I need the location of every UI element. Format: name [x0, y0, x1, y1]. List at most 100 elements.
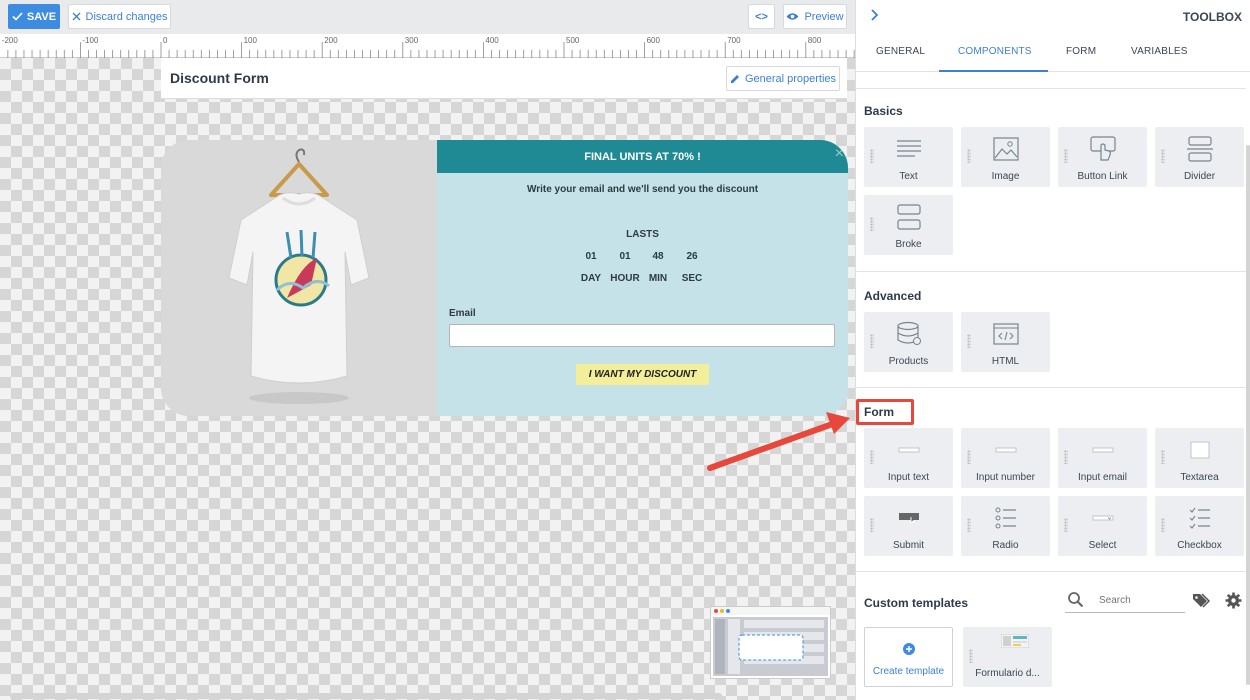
select-dropdown-icon	[1089, 505, 1117, 531]
drag-handle-icon	[967, 518, 971, 532]
toolbox-panel: TOOLBOX GENERAL COMPONENTS FORM VARIABLE…	[855, 0, 1250, 700]
component-label: Input number	[976, 472, 1035, 483]
component-label: HTML	[991, 356, 1020, 367]
hand-pointer-icon	[1089, 136, 1117, 162]
component-submit[interactable]: Submit	[864, 496, 953, 556]
image-icon	[992, 136, 1020, 162]
template-label: Formulario d...	[975, 668, 1040, 679]
ruler-tick-label: 100	[244, 36, 258, 45]
discard-changes-label: Discard changes	[85, 10, 168, 23]
component-input-email[interactable]: Input email	[1058, 428, 1147, 488]
tshirt-illustration	[228, 148, 370, 404]
search-icon	[1067, 591, 1084, 613]
countdown-title: LASTS	[626, 229, 659, 240]
tab-general[interactable]: GENERAL	[876, 46, 925, 57]
email-input[interactable]	[449, 324, 835, 347]
component-label: Products	[888, 356, 929, 367]
component-label: Button Link	[1077, 171, 1128, 182]
component-select[interactable]: Select	[1058, 496, 1147, 556]
component-divider[interactable]: Divider	[1155, 127, 1244, 187]
toolbox-tabs: GENERAL COMPONENTS FORM VARIABLES	[856, 34, 1250, 72]
input-text-icon	[895, 437, 923, 463]
component-label: Radio	[992, 540, 1019, 551]
create-template-label: Create template	[872, 666, 945, 677]
component-label: Divider	[1183, 171, 1216, 182]
ruler-tick-label: -100	[82, 36, 99, 45]
component-textarea[interactable]: Textarea	[1155, 428, 1244, 488]
component-radio[interactable]: Radio	[961, 496, 1050, 556]
collapse-chevron-icon[interactable]	[871, 8, 879, 26]
ruler-tick-label: 700	[727, 36, 741, 45]
component-label: Submit	[892, 540, 925, 551]
section-divider	[856, 271, 1246, 272]
discount-popup[interactable]: FINAL UNITS AT 70% ! × Write your email …	[161, 140, 848, 416]
save-button-label: SAVE	[26, 10, 57, 23]
gear-icon[interactable]	[1225, 592, 1242, 614]
custom-templates-title: Custom templates	[864, 596, 969, 610]
form-section-highlight	[856, 399, 914, 425]
popup-banner: FINAL UNITS AT 70% !	[437, 140, 848, 173]
component-input-number[interactable]: Input number	[961, 428, 1050, 488]
drag-handle-icon	[1064, 518, 1068, 532]
check-icon	[12, 12, 23, 21]
preview-button[interactable]: Preview	[783, 4, 847, 29]
component-broke[interactable]: Broke	[864, 195, 953, 255]
drag-handle-icon	[870, 518, 874, 532]
minimap-preview	[711, 607, 830, 676]
discard-changes-button[interactable]: Discard changes	[68, 4, 171, 29]
general-properties-label: General properties	[744, 72, 837, 85]
component-label: Input email	[1078, 472, 1127, 483]
ruler-tick-label: 300	[405, 36, 419, 45]
close-icon[interactable]: ×	[835, 145, 844, 163]
tab-form[interactable]: FORM	[1066, 46, 1096, 57]
basics-section-title: Basics	[864, 104, 903, 118]
annotation-arrow	[707, 412, 850, 471]
drag-handle-icon	[1064, 450, 1068, 464]
component-input-text[interactable]: Input text	[864, 428, 953, 488]
database-icon	[895, 321, 923, 347]
eye-icon	[786, 13, 799, 20]
drag-handle-icon	[870, 334, 874, 348]
ruler-tick-label: -200	[2, 36, 19, 45]
tab-components[interactable]: COMPONENTS	[958, 46, 1032, 57]
toolbox-scrollbar[interactable]	[1246, 145, 1250, 685]
text-icon	[895, 136, 923, 162]
tab-variables[interactable]: VARIABLES	[1131, 46, 1188, 57]
pencil-icon	[730, 74, 739, 83]
form-title: Discount Form	[170, 70, 269, 86]
save-button[interactable]: SAVE	[8, 4, 60, 29]
tags-icon[interactable]	[1192, 593, 1211, 613]
component-products[interactable]: Products	[864, 312, 953, 372]
broke-icon	[895, 204, 923, 230]
editor-toolbar: SAVE Discard changes <> Preview	[0, 0, 855, 34]
ruler-tick-label: 800	[808, 36, 822, 45]
radio-list-icon	[992, 505, 1020, 531]
plus-circle-icon	[903, 642, 915, 660]
drag-handle-icon	[870, 217, 874, 231]
input-email-icon	[1089, 437, 1117, 463]
popup-content: FINAL UNITS AT 70% ! × Write your email …	[437, 140, 848, 416]
ruler-tick-label: 500	[566, 36, 580, 45]
template-card[interactable]: Formulario d...	[963, 627, 1052, 687]
component-checkbox[interactable]: Checkbox	[1155, 496, 1244, 556]
component-button-link[interactable]: Button Link	[1058, 127, 1147, 187]
drag-handle-icon	[1161, 149, 1165, 163]
drag-handle-icon	[967, 450, 971, 464]
component-label: Checkbox	[1177, 540, 1222, 551]
checkbox-list-icon	[1186, 505, 1214, 531]
code-view-button[interactable]: <>	[748, 4, 775, 29]
create-template-card[interactable]: Create template	[864, 627, 953, 687]
component-image[interactable]: Image	[961, 127, 1050, 187]
horizontal-scrollbar[interactable]	[10, 693, 722, 699]
component-label: Select	[1088, 540, 1117, 551]
countdown-unit: SEC	[681, 273, 703, 284]
component-html[interactable]: HTML	[961, 312, 1050, 372]
discount-button[interactable]: I WANT MY DISCOUNT	[576, 364, 709, 385]
tshirt-image	[161, 140, 437, 416]
minimap[interactable]	[710, 606, 831, 679]
drag-handle-icon	[1161, 450, 1165, 464]
form-header: Discount Form General properties	[161, 58, 847, 99]
general-properties-button[interactable]: General properties	[726, 66, 840, 91]
component-text[interactable]: Text	[864, 127, 953, 187]
preview-label: Preview	[804, 10, 844, 23]
